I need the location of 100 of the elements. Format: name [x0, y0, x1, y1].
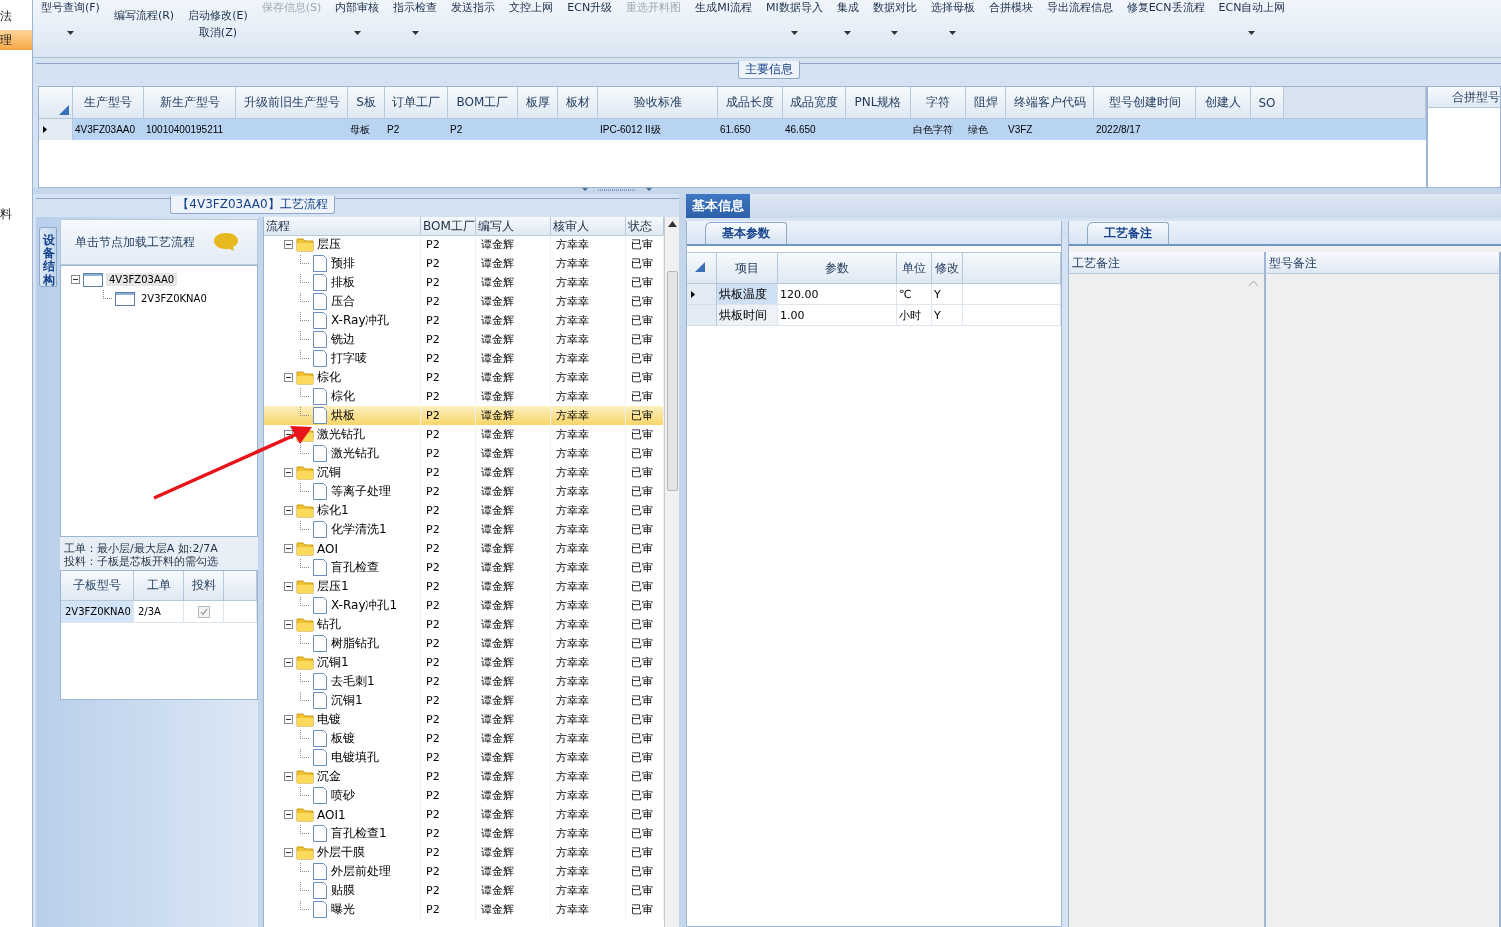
- column-header[interactable]: 升级前旧生产型号: [236, 87, 348, 119]
- collapse-icon[interactable]: [284, 468, 293, 477]
- tab[interactable]: 工艺备注: [1087, 222, 1169, 244]
- collapse-icon[interactable]: [284, 240, 293, 249]
- toolbar-button[interactable]: ECN自动上网: [1218, 1, 1286, 14]
- toolbar-button[interactable]: 取消(Z): [198, 26, 237, 39]
- column-header[interactable]: 新生产型号: [144, 87, 236, 119]
- caret-icon[interactable]: [949, 31, 957, 35]
- row-header[interactable]: [687, 284, 717, 305]
- tab[interactable]: 基本参数: [705, 222, 787, 244]
- toolbar-button[interactable]: 集成: [836, 1, 859, 14]
- toolbar-button[interactable]: 选择母板: [930, 1, 975, 14]
- caret-icon[interactable]: [844, 31, 852, 35]
- column-header[interactable]: 板材: [558, 87, 598, 119]
- column-header[interactable]: 修改: [932, 253, 963, 284]
- tree-row[interactable]: 压合 P2 谭金辉 方幸幸 已审: [264, 292, 664, 311]
- caret-icon[interactable]: [891, 31, 899, 35]
- tree-row[interactable]: 层压1 P2 谭金辉 方幸幸 已审: [264, 577, 664, 596]
- toolbar-button[interactable]: 文控上网: [509, 1, 554, 14]
- column-header[interactable]: 合拼型号: [1428, 87, 1500, 108]
- column-header[interactable]: 成品宽度: [783, 87, 846, 119]
- tree-row[interactable]: 曝光 P2 谭金辉 方幸幸 已审: [264, 900, 664, 919]
- toolbar-button[interactable]: ECN升级: [567, 1, 613, 14]
- tree-row[interactable]: 钻孔 P2 谭金辉 方幸幸 已审: [264, 615, 664, 634]
- collapse-icon[interactable]: [284, 658, 293, 667]
- tree-row[interactable]: X-Ray冲孔 P2 谭金辉 方幸幸 已审: [264, 311, 664, 330]
- column-header[interactable]: 子板型号: [61, 571, 134, 601]
- tree-row[interactable]: 贴膜 P2 谭金辉 方幸幸 已审: [264, 881, 664, 900]
- scrollbar[interactable]: [664, 217, 679, 927]
- vertical-tab[interactable]: 设备结构: [39, 227, 57, 287]
- column-header[interactable]: 订单工厂: [385, 87, 448, 119]
- nav-item[interactable]: 料: [0, 204, 32, 224]
- nav-item[interactable]: 法: [0, 6, 32, 26]
- tree-row[interactable]: 沉铜1 P2 谭金辉 方幸幸 已审: [264, 691, 664, 710]
- column-header[interactable]: 终端客户代码: [1006, 87, 1094, 119]
- tree-row[interactable]: AOI1 P2 谭金辉 方幸幸 已审: [264, 805, 664, 824]
- collapse-icon[interactable]: [284, 582, 293, 591]
- caret-icon[interactable]: [411, 31, 419, 35]
- tree-node[interactable]: 2V3FZ0KNA0: [138, 292, 210, 305]
- tree-row[interactable]: 等离子处理 P2 谭金辉 方幸幸 已审: [264, 482, 664, 501]
- tree-row[interactable]: 盲孔检查 P2 谭金辉 方幸幸 已审: [264, 558, 664, 577]
- toolbar-button[interactable]: 内部审核: [335, 1, 380, 14]
- collapse-icon[interactable]: [284, 620, 293, 629]
- column-header[interactable]: 创建人: [1196, 87, 1251, 119]
- checkbox[interactable]: [197, 605, 210, 618]
- column-header[interactable]: 型号创建时间: [1094, 87, 1196, 119]
- tree-row[interactable]: 外层前处理 P2 谭金辉 方幸幸 已审: [264, 862, 664, 881]
- scroll-up-icon[interactable]: [667, 221, 677, 227]
- column-header[interactable]: S板: [348, 87, 385, 119]
- column-header[interactable]: 字符: [911, 87, 966, 119]
- tree-row[interactable]: 打字唛 P2 谭金辉 方幸幸 已审: [264, 349, 664, 368]
- column-header[interactable]: SO: [1251, 87, 1284, 119]
- tree-row[interactable]: 化学清洗1 P2 谭金辉 方幸幸 已审: [264, 520, 664, 539]
- tree-row[interactable]: 层压 P2 谭金辉 方幸幸 已审: [264, 235, 664, 254]
- collapse-icon[interactable]: [284, 430, 293, 439]
- tree-row[interactable]: 外层干膜 P2 谭金辉 方幸幸 已审: [264, 843, 664, 862]
- tree-row[interactable]: 烘板 P2 谭金辉 方幸幸 已审: [264, 406, 664, 425]
- tree-row[interactable]: 沉铜1 P2 谭金辉 方幸幸 已审: [264, 653, 664, 672]
- column-header[interactable]: 状态: [626, 217, 664, 236]
- column-header[interactable]: 工艺备注: [1069, 252, 1266, 274]
- column-header[interactable]: 单位: [897, 253, 932, 284]
- column-header[interactable]: 核审人: [551, 217, 626, 236]
- tree-row[interactable]: 棕化 P2 谭金辉 方幸幸 已审: [264, 368, 664, 387]
- column-header[interactable]: 型号备注: [1266, 252, 1501, 274]
- tab[interactable]: 基本信息: [686, 194, 750, 218]
- column-header[interactable]: 生产型号: [73, 87, 144, 119]
- tree-row[interactable]: 排板 P2 谭金辉 方幸幸 已审: [264, 273, 664, 292]
- collapse-icon[interactable]: [284, 810, 293, 819]
- tree-row[interactable]: 沉铜 P2 谭金辉 方幸幸 已审: [264, 463, 664, 482]
- collapse-icon[interactable]: [284, 715, 293, 724]
- tree-row[interactable]: X-Ray冲孔1 P2 谭金辉 方幸幸 已审: [264, 596, 664, 615]
- scroll-thumb[interactable]: [666, 271, 678, 491]
- tree-row[interactable]: 板镀 P2 谭金辉 方幸幸 已审: [264, 729, 664, 748]
- tree-row[interactable]: 棕化1 P2 谭金辉 方幸幸 已审: [264, 501, 664, 520]
- collapse-icon[interactable]: [284, 848, 293, 857]
- tree-row[interactable]: 电镀填孔 P2 谭金辉 方幸幸 已审: [264, 748, 664, 767]
- toolbar-button[interactable]: 发送指示: [451, 1, 496, 14]
- nav-item[interactable]: 理: [0, 30, 32, 50]
- column-header[interactable]: BOM工厂: [421, 217, 476, 236]
- tree-node[interactable]: 4V3FZ03AA0: [106, 273, 178, 286]
- column-header[interactable]: 参数: [778, 253, 897, 284]
- caret-icon[interactable]: [1248, 31, 1256, 35]
- tree-row[interactable]: 预排 P2 谭金辉 方幸幸 已审: [264, 254, 664, 273]
- tree-row[interactable]: 去毛刺1 P2 谭金辉 方幸幸 已审: [264, 672, 664, 691]
- collapse-icon[interactable]: [284, 506, 293, 515]
- toolbar-button[interactable]: MI数据导入: [765, 1, 823, 14]
- column-header[interactable]: 验收标准: [598, 87, 718, 119]
- collapse-icon[interactable]: [284, 772, 293, 781]
- tree-row[interactable]: 激光钻孔 P2 谭金辉 方幸幸 已审: [264, 444, 664, 463]
- column-header[interactable]: 板厚: [518, 87, 558, 119]
- column-header[interactable]: 项目: [717, 253, 778, 284]
- collapse-icon[interactable]: [71, 275, 80, 284]
- caret-icon[interactable]: [790, 31, 798, 35]
- collapse-icon[interactable]: [284, 373, 293, 382]
- column-header[interactable]: 阻焊: [966, 87, 1006, 119]
- tree-row[interactable]: AOI P2 谭金辉 方幸幸 已审: [264, 539, 664, 558]
- toolbar-button[interactable]: 导出流程信息: [1046, 1, 1113, 14]
- toolbar-button[interactable]: 编写流程(R): [113, 9, 175, 22]
- caret-icon[interactable]: [66, 31, 74, 35]
- tree-row[interactable]: 电镀 P2 谭金辉 方幸幸 已审: [264, 710, 664, 729]
